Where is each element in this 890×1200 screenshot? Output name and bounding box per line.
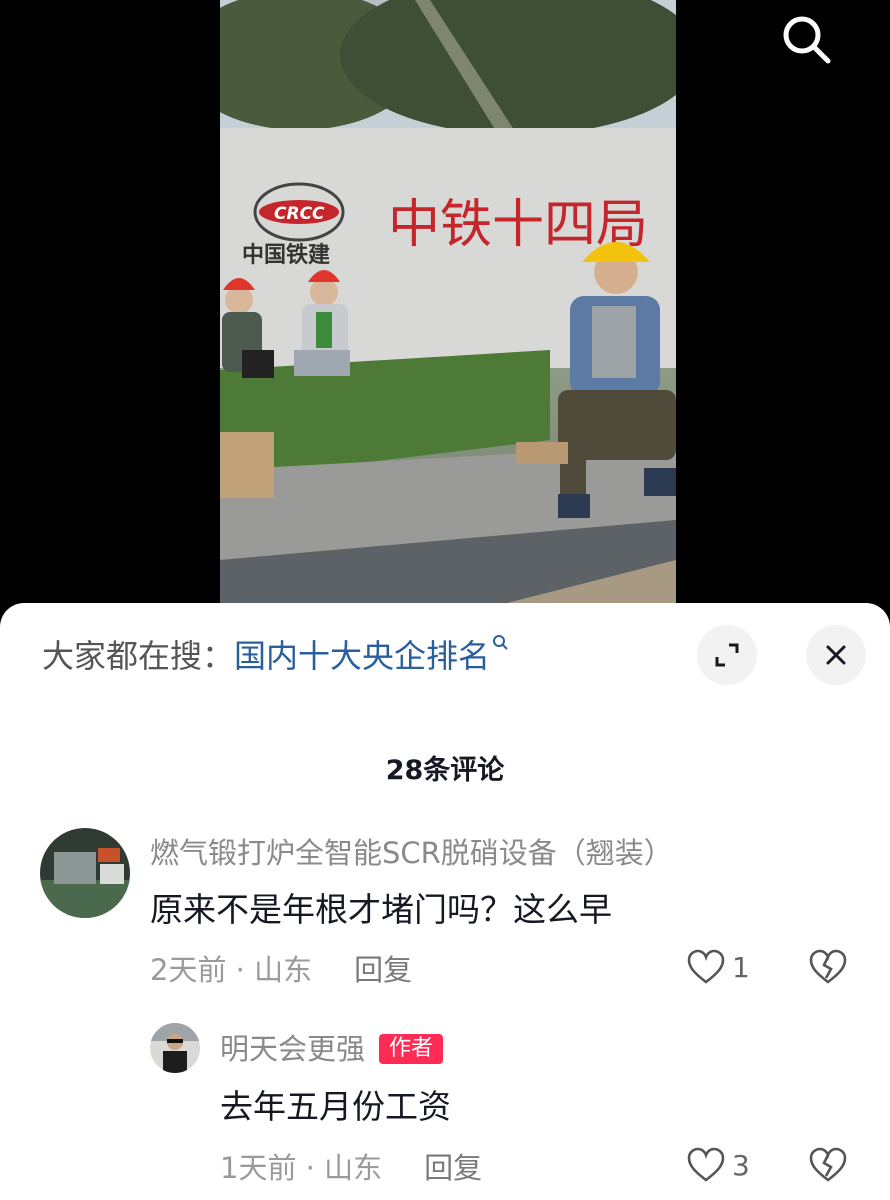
author-badge: 作者 [379,1034,444,1064]
hot-search-bar: 大家都在搜：国内十大央企排名 [42,634,510,678]
hot-search-query-link[interactable]: 国内十大央企排名 [234,637,490,675]
expand-button[interactable] [697,625,757,685]
reply-button[interactable]: 回复 [424,1151,482,1185]
small-search-icon [493,635,508,650]
comment-time-location: 1天前 · 山东 [220,1151,383,1185]
dislike-button[interactable] [808,948,848,990]
broken-heart-icon [809,949,847,984]
like-button[interactable]: 1 [686,948,750,986]
video-player[interactable]: CRCC 中国铁建 中铁十四局 [0,0,890,620]
like-count: 3 [732,1148,750,1182]
sign-logo-text: CRCC [274,204,325,224]
heart-icon [687,1147,725,1182]
close-button[interactable] [806,625,866,685]
broken-heart-icon [809,1147,847,1182]
search-button[interactable] [775,8,837,70]
close-icon [826,645,846,665]
heart-icon [687,949,725,984]
search-icon [783,16,831,64]
video-scene: CRCC 中国铁建 中铁十四局 [220,0,676,620]
reply-button[interactable]: 回复 [354,953,412,987]
comment-time-location: 2天前 · 山东 [150,953,313,987]
expand-icon [715,643,739,667]
avatar-image [40,828,130,918]
comment-meta: 2天前 · 山东 回复 [150,950,412,990]
reply-username[interactable]: 明天会更强 [220,1032,365,1066]
comment-username: 明天会更强 作者 [220,1030,444,1068]
hot-search-prefix: 大家都在搜： [42,637,235,675]
like-button[interactable]: 3 [686,1146,750,1184]
avatar[interactable] [150,1023,200,1073]
like-count: 1 [732,950,750,984]
comment-meta: 1天前 · 山东 回复 [220,1148,482,1188]
video-frame[interactable]: CRCC 中国铁建 中铁十四局 [220,0,676,620]
avatar-image [150,1023,200,1073]
dislike-button[interactable] [808,1146,848,1188]
avatar[interactable] [40,828,130,918]
sign-company-text: 中国铁建 [242,242,330,268]
comment-username[interactable]: 燃气锻打炉全智能SCR脱硝设备（翘装） [150,834,673,872]
comment-text: 原来不是年根才堵门吗？这么早 [150,890,612,929]
comment-text: 去年五月份工资 [220,1087,451,1126]
comment-count-title: 28条评论 [385,755,505,786]
